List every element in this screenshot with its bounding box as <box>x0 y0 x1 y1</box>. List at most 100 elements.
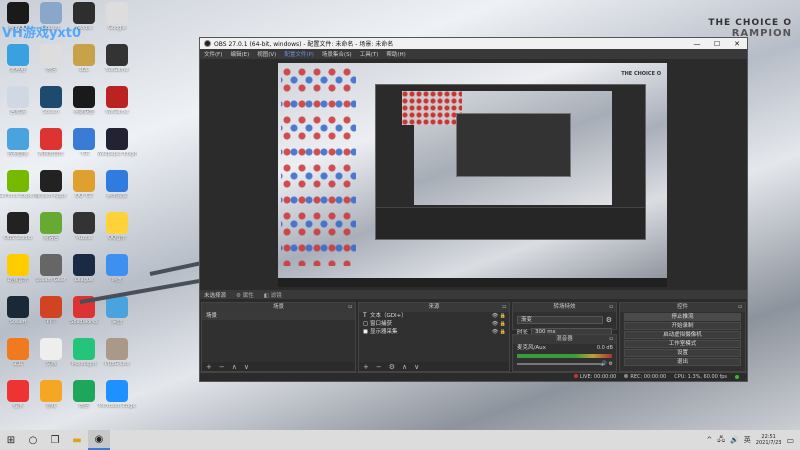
obs-preview[interactable]: THE CHOICE O <box>278 63 667 287</box>
properties-label: 属性 <box>242 292 254 299</box>
transition-settings-icon[interactable]: ⚙ <box>606 316 612 324</box>
desktop-icon[interactable]: 桌面 <box>97 296 137 338</box>
stop-streaming-button[interactable]: 停止推流 <box>624 313 741 321</box>
dock-close-icon[interactable]: ▫ <box>738 303 742 312</box>
desktop-icon-label: 腾讯会议 <box>106 194 127 199</box>
add-source-button[interactable]: + <box>363 363 369 371</box>
app-icon <box>7 86 29 108</box>
desktop-icon[interactable]: Google <box>97 2 137 44</box>
close-button[interactable]: ✕ <box>727 40 747 48</box>
app-icon <box>40 2 62 24</box>
source-settings-icon[interactable]: ⚙ <box>389 363 395 371</box>
desktop-icon[interactable]: WeGame <box>97 86 137 128</box>
move-down-button[interactable]: ∨ <box>414 363 419 371</box>
app-icon <box>7 2 29 24</box>
visibility-eye-icon[interactable]: 👁 🔒 <box>492 312 506 320</box>
app-icon <box>106 86 128 108</box>
search-icon[interactable]: ○ <box>22 430 44 450</box>
scene-item[interactable]: 场景 <box>202 312 355 320</box>
network-icon[interactable]: 🖧 <box>717 435 725 446</box>
app-icon <box>73 170 95 192</box>
desktop-icon[interactable]: 腾讯会议 <box>97 170 137 212</box>
start-menu-icon[interactable]: ⊞ <box>0 430 22 450</box>
nested-preview-3 <box>456 113 571 177</box>
desktop-icon-grid: 腾讯QQ Ubisoft Nvidia Google 此电脑 微信 LOL WeGame 回收站… <box>0 0 160 420</box>
speaker-icon[interactable]: 🔊 ⚙ <box>601 360 613 368</box>
live-label: LIVE: <box>579 374 593 380</box>
volume-slider[interactable] <box>517 363 601 365</box>
transition-select[interactable]: 渐变 <box>517 315 603 324</box>
rec-status: REC: 00:00:00 <box>624 374 666 380</box>
remove-scene-button[interactable]: − <box>219 363 225 371</box>
studio-mode-button[interactable]: 工作室模式 <box>624 340 741 348</box>
move-up-button[interactable]: ∧ <box>232 363 237 371</box>
preview-desktop-icons <box>281 66 356 266</box>
desktop-icon-label: PUBG Lite <box>104 362 130 367</box>
file-explorer-icon[interactable]: ▬ <box>66 430 88 450</box>
app-icon <box>106 2 128 24</box>
tray-expand-icon[interactable]: ^ <box>706 436 712 444</box>
dock-close-icon[interactable]: ▫ <box>502 303 506 312</box>
clock-date: 2021/7/23 <box>755 440 782 446</box>
move-down-button[interactable]: ∨ <box>244 363 249 371</box>
app-icon <box>40 128 62 150</box>
menu-tools[interactable]: 工具(T) <box>360 50 379 58</box>
dock-close-icon[interactable]: ▫ <box>609 335 613 344</box>
desktop-icon[interactable]: 网盘 <box>97 254 137 296</box>
settings-button[interactable]: 设置 <box>624 349 741 357</box>
menu-edit[interactable]: 编辑(E) <box>230 50 249 58</box>
filters-button[interactable]: ◧ 滤镜 <box>264 291 282 299</box>
visibility-eye-icon[interactable]: 👁 🔒 <box>492 320 506 328</box>
virtual-camera-button[interactable]: 启动虚拟摄像机 <box>624 331 741 339</box>
volume-icon[interactable]: 🔊 <box>730 436 739 444</box>
app-icon <box>73 212 95 234</box>
remove-source-button[interactable]: − <box>376 363 382 371</box>
notification-icon[interactable]: ▭ <box>786 436 794 445</box>
live-time: 00:00:00 <box>593 374 617 380</box>
source-item[interactable]: ◼ 显示器采集 👁 🔒 <box>359 328 509 336</box>
obs-taskbar-icon[interactable]: ◉ <box>88 430 110 450</box>
menu-profile[interactable]: 配置文件(P) <box>284 50 314 58</box>
properties-button[interactable]: ⚙ 属性 <box>236 291 254 299</box>
minimize-button[interactable]: — <box>687 40 707 48</box>
task-view-icon[interactable]: ❐ <box>44 430 66 450</box>
app-icon <box>73 86 95 108</box>
menu-scene-collection[interactable]: 场景集合(S) <box>322 50 352 58</box>
add-scene-button[interactable]: + <box>206 363 212 371</box>
sources-dock: 来源 ▫ T 文本（GDI+） 👁 🔒 ◻ 窗口捕获 👁 🔒 ◼ 显示器采集 👁 🔒 + − … <box>358 302 510 372</box>
mixer-title: 混音器 <box>556 336 573 342</box>
desktop-icon-label: Wallpaper Engine <box>97 152 137 157</box>
desktop-icon[interactable]: Wallpaper Engine <box>97 128 137 170</box>
app-icon <box>73 380 95 402</box>
maximize-button[interactable]: ☐ <box>707 40 727 48</box>
desktop-icon-label: WeGame <box>105 110 129 115</box>
menu-help[interactable]: 帮助(H) <box>386 50 405 58</box>
source-item[interactable]: ◻ 窗口捕获 👁 🔒 <box>359 320 509 328</box>
desktop-icon[interactable]: QQ音乐 <box>97 212 137 254</box>
app-icon <box>7 170 29 192</box>
mixer-slider-row[interactable]: 🔊 ⚙ <box>513 360 616 368</box>
transitions-title: 转场特效 <box>553 304 576 310</box>
obs-window: OBS 27.0.1 (64-bit, windows) - 配置文件: 未命名… <box>199 37 748 382</box>
dock-close-icon[interactable]: ▫ <box>348 303 352 312</box>
app-icon <box>106 380 128 402</box>
clock[interactable]: 22:51 2021/7/23 <box>756 434 782 446</box>
move-up-button[interactable]: ∧ <box>402 363 407 371</box>
visibility-eye-icon[interactable]: 👁 🔒 <box>492 328 506 336</box>
ime-icon[interactable]: 英 <box>744 435 751 445</box>
dock-close-icon[interactable]: ▫ <box>609 303 613 312</box>
app-icon <box>73 2 95 24</box>
source-item[interactable]: T 文本（GDI+） 👁 🔒 <box>359 312 509 320</box>
app-icon <box>106 212 128 234</box>
menu-file[interactable]: 文件(F) <box>204 50 222 58</box>
live-dot-icon <box>573 374 578 378</box>
scenes-dock: 场景 ▫ 场景 + − ∧ ∨ <box>201 302 356 372</box>
app-icon <box>40 170 62 192</box>
desktop-icon[interactable]: PUBG Lite <box>97 338 137 380</box>
menu-view[interactable]: 视图(V) <box>257 50 276 58</box>
desktop-icon[interactable]: Microsoft Edge <box>97 380 137 422</box>
start-recording-button[interactable]: 开始录制 <box>624 322 741 330</box>
obs-titlebar[interactable]: OBS 27.0.1 (64-bit, windows) - 配置文件: 未命名… <box>200 38 747 49</box>
exit-button[interactable]: 退出 <box>624 358 741 366</box>
desktop-icon[interactable]: WeGame <box>97 44 137 86</box>
